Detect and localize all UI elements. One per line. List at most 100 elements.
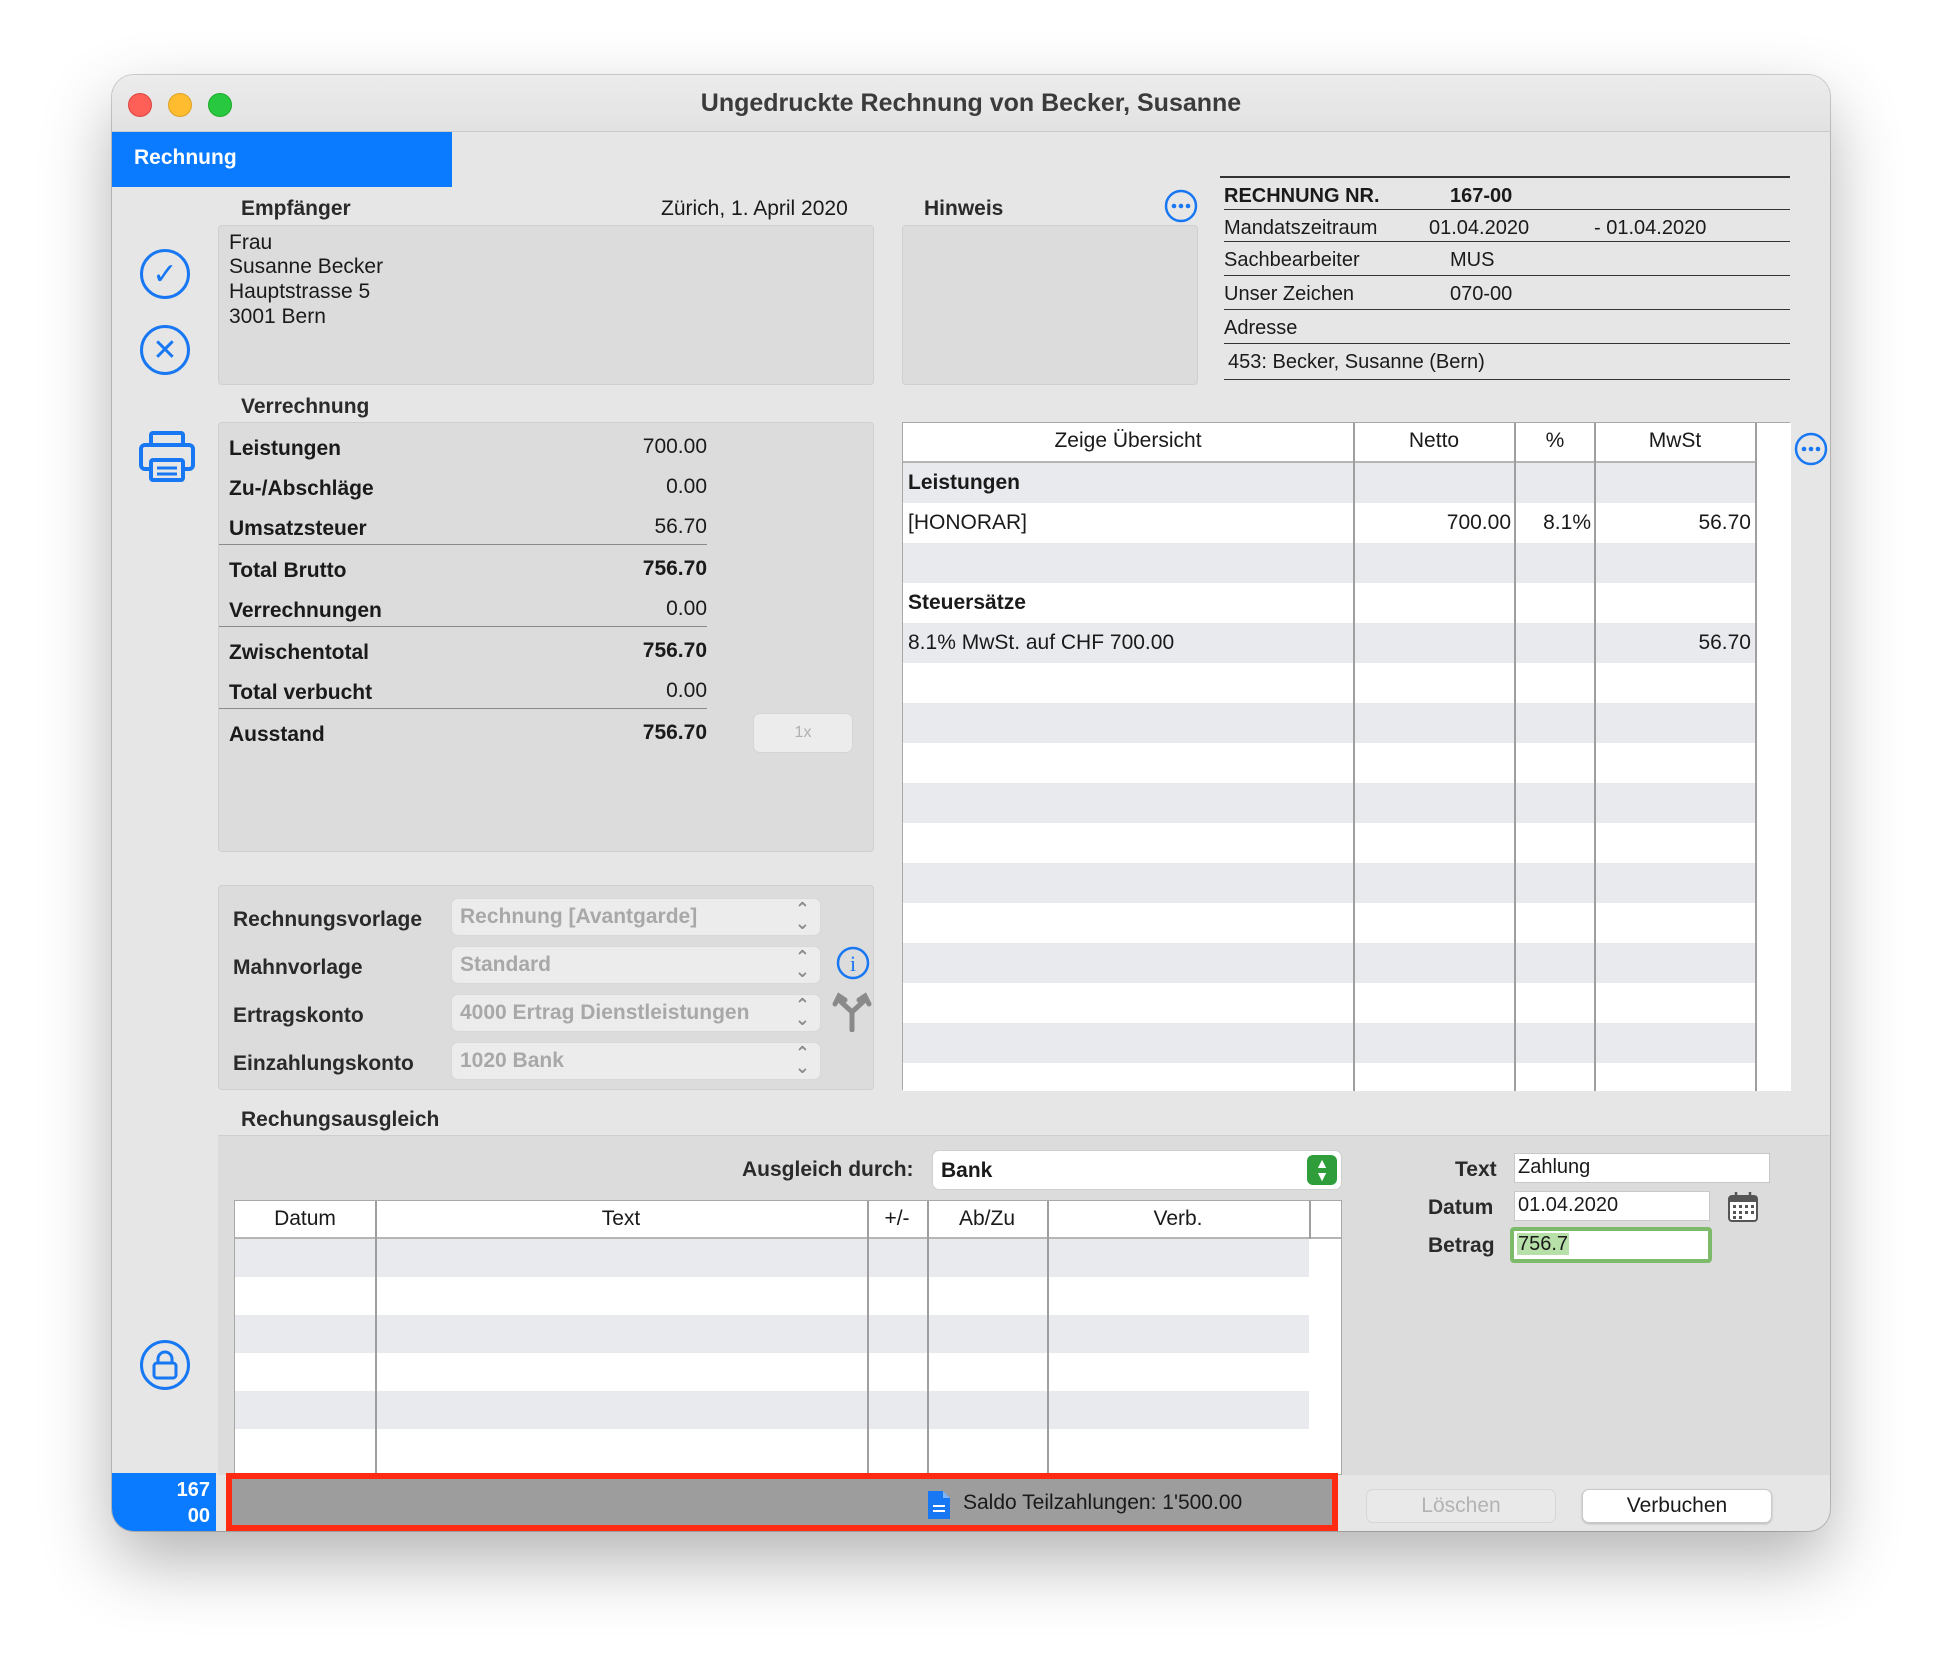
settlement-text-label: Text [1455,1158,1497,1181]
column-divider [1594,423,1596,1091]
col-header[interactable]: Datum [235,1207,375,1231]
calendar-icon[interactable] [1726,1190,1760,1229]
settlement-method-select[interactable]: Bank ▲ ▼ [932,1150,1342,1190]
billing-row: Leistungen 700.00 [229,435,707,460]
column-divider [1514,423,1516,1091]
settlement-amount-label: Betrag [1428,1234,1495,1257]
col-header[interactable]: Zeige Übersicht [903,429,1353,453]
deposit-account-label: Einzahlungskonto [233,1052,414,1075]
document-icon[interactable] [926,1489,952,1526]
table-row[interactable] [235,1239,1309,1277]
table-row[interactable] [235,1429,1309,1476]
table-scroll-gutter[interactable] [1757,423,1791,1091]
settlement-method-label: Ausgleich durch: [742,1158,914,1181]
period-from: 01.04.2020 [1429,217,1530,239]
table-row[interactable] [903,703,1789,743]
overview-more-icon[interactable] [1794,432,1828,471]
table-row[interactable] [903,823,1789,863]
note-more-icon[interactable] [1164,189,1198,228]
col-header[interactable]: +/- [867,1207,927,1231]
invoice-number-badge: 167 00 [112,1473,216,1531]
col-header[interactable]: MwSt [1595,429,1755,453]
table-row[interactable] [903,1063,1789,1091]
table-row[interactable] [235,1353,1309,1391]
confirm-icon[interactable]: ✓ [140,249,190,299]
table-row[interactable] [903,863,1789,903]
table-row[interactable] [235,1315,1309,1353]
table-row[interactable]: [HONORAR] 700.00 8.1% 56.70 [903,503,1789,543]
invoice-template-select[interactable]: Rechnung [Avantgarde] ⌃ ⌄ [451,898,821,936]
badge-number-bottom: 00 [187,1505,210,1527]
table-row[interactable] [903,983,1789,1023]
tab-rechnung[interactable]: Rechnung [112,132,452,187]
multiplier-button[interactable]: 1x [753,713,853,753]
billing-panel: Leistungen 700.00 Zu-/Abschläge 0.00 Umsat… [218,422,874,852]
billing-heading: Verrechnung [241,395,370,418]
table-row[interactable] [903,743,1789,783]
column-divider [1047,1201,1049,1476]
table-row[interactable] [903,783,1789,823]
note-box[interactable] [902,225,1198,385]
col-header[interactable]: Verb. [1047,1207,1309,1231]
table-row[interactable] [235,1277,1309,1315]
col-header[interactable]: Netto [1353,429,1515,453]
table-row[interactable] [903,663,1789,703]
settlement-date-label: Datum [1428,1196,1494,1219]
table-row[interactable] [903,543,1789,583]
recipient-line: Frau [229,231,273,254]
settlement-table: Datum Text +/- Ab/Zu Verb. [234,1200,1342,1476]
invoice-number-row: RECHNUNG NR. 167-00 [1224,178,1790,210]
split-route-icon[interactable] [831,990,873,1037]
billing-row: Total verbucht 0.00 [219,671,707,709]
address-value-row: 453: Becker, Susanne (Bern) [1224,344,1790,380]
invoice-window: Ungedruckte Rechnung von Becker, Susanne… [112,75,1830,1531]
reminder-template-select[interactable]: Standard ⌃ ⌄ [451,946,821,984]
place-date: Zürich, 1. April 2020 [661,197,848,220]
print-icon[interactable] [138,430,196,489]
billing-row: Zwischentotal 756.70 [229,639,707,664]
table-row[interactable]: Steuersätze [903,583,1789,623]
info-icon[interactable]: i [836,946,870,985]
invoice-template-label: Rechnungsvorlage [233,908,423,931]
recipient-line: 3001 Bern [229,305,326,328]
settlement-text-field[interactable]: Zahlung [1514,1153,1770,1183]
cancel-icon[interactable]: ✕ [140,325,190,375]
address-value: 453: Becker, Susanne (Bern) [1228,351,1485,373]
book-button[interactable]: Verbuchen [1582,1489,1772,1523]
clerk-row: Sachbearbeiter MUS [1224,242,1790,276]
revenue-account-select[interactable]: 4000 Ertrag Dienstleistungen ⌃ ⌄ [451,994,821,1032]
col-header[interactable]: Text [375,1207,867,1231]
recipient-address-box[interactable]: Frau Susanne Becker Hauptstrasse 5 3001 … [218,225,874,385]
revenue-account-label: Ertragskonto [233,1004,364,1027]
column-divider [1309,1201,1311,1239]
col-header[interactable]: % [1515,429,1595,453]
period-to: - 01.04.2020 [1594,217,1707,239]
table-row[interactable] [903,1023,1789,1063]
delete-button[interactable]: Löschen [1366,1489,1556,1523]
lock-icon[interactable] [140,1340,190,1390]
settlement-date-field[interactable]: 01.04.2020 [1514,1191,1710,1221]
settlement-amount-field[interactable]: 756.7 [1510,1227,1712,1263]
reference-row: Unser Zeichen 070-00 [1224,276,1790,310]
table-row[interactable]: Leistungen [903,463,1789,503]
invoice-number-value: 167-00 [1450,185,1513,207]
column-divider [867,1201,869,1476]
address-label: Adresse [1224,317,1298,339]
clerk-value: MUS [1450,249,1495,271]
address-label-row: Adresse [1224,310,1790,344]
column-divider [1353,423,1355,1091]
table-row[interactable] [903,903,1789,943]
stepper-chevron-icon: ⌃ ⌄ [794,995,810,1029]
period-row: Mandatszeitraum 01.04.2020 - 01.04.2020 [1224,210,1790,242]
reference-label: Unser Zeichen [1224,283,1355,305]
overview-header: Zeige Übersicht Netto % MwSt [903,423,1789,463]
table-row[interactable]: 8.1% MwSt. auf CHF 700.00 56.70 [903,623,1789,663]
stepper-chevron-icon: ⌃ ⌄ [794,899,810,933]
table-row[interactable] [903,943,1789,983]
table-row[interactable] [235,1391,1309,1429]
stepper-chevron-icon: ⌃ ⌄ [794,947,810,981]
deposit-account-select[interactable]: 1020 Bank ⌃ ⌄ [451,1042,821,1080]
col-header[interactable]: Ab/Zu [927,1207,1047,1231]
overview-table: Zeige Übersicht Netto % MwSt Leistungen … [902,422,1791,1091]
billing-row: Zu-/Abschläge 0.00 [229,475,707,500]
